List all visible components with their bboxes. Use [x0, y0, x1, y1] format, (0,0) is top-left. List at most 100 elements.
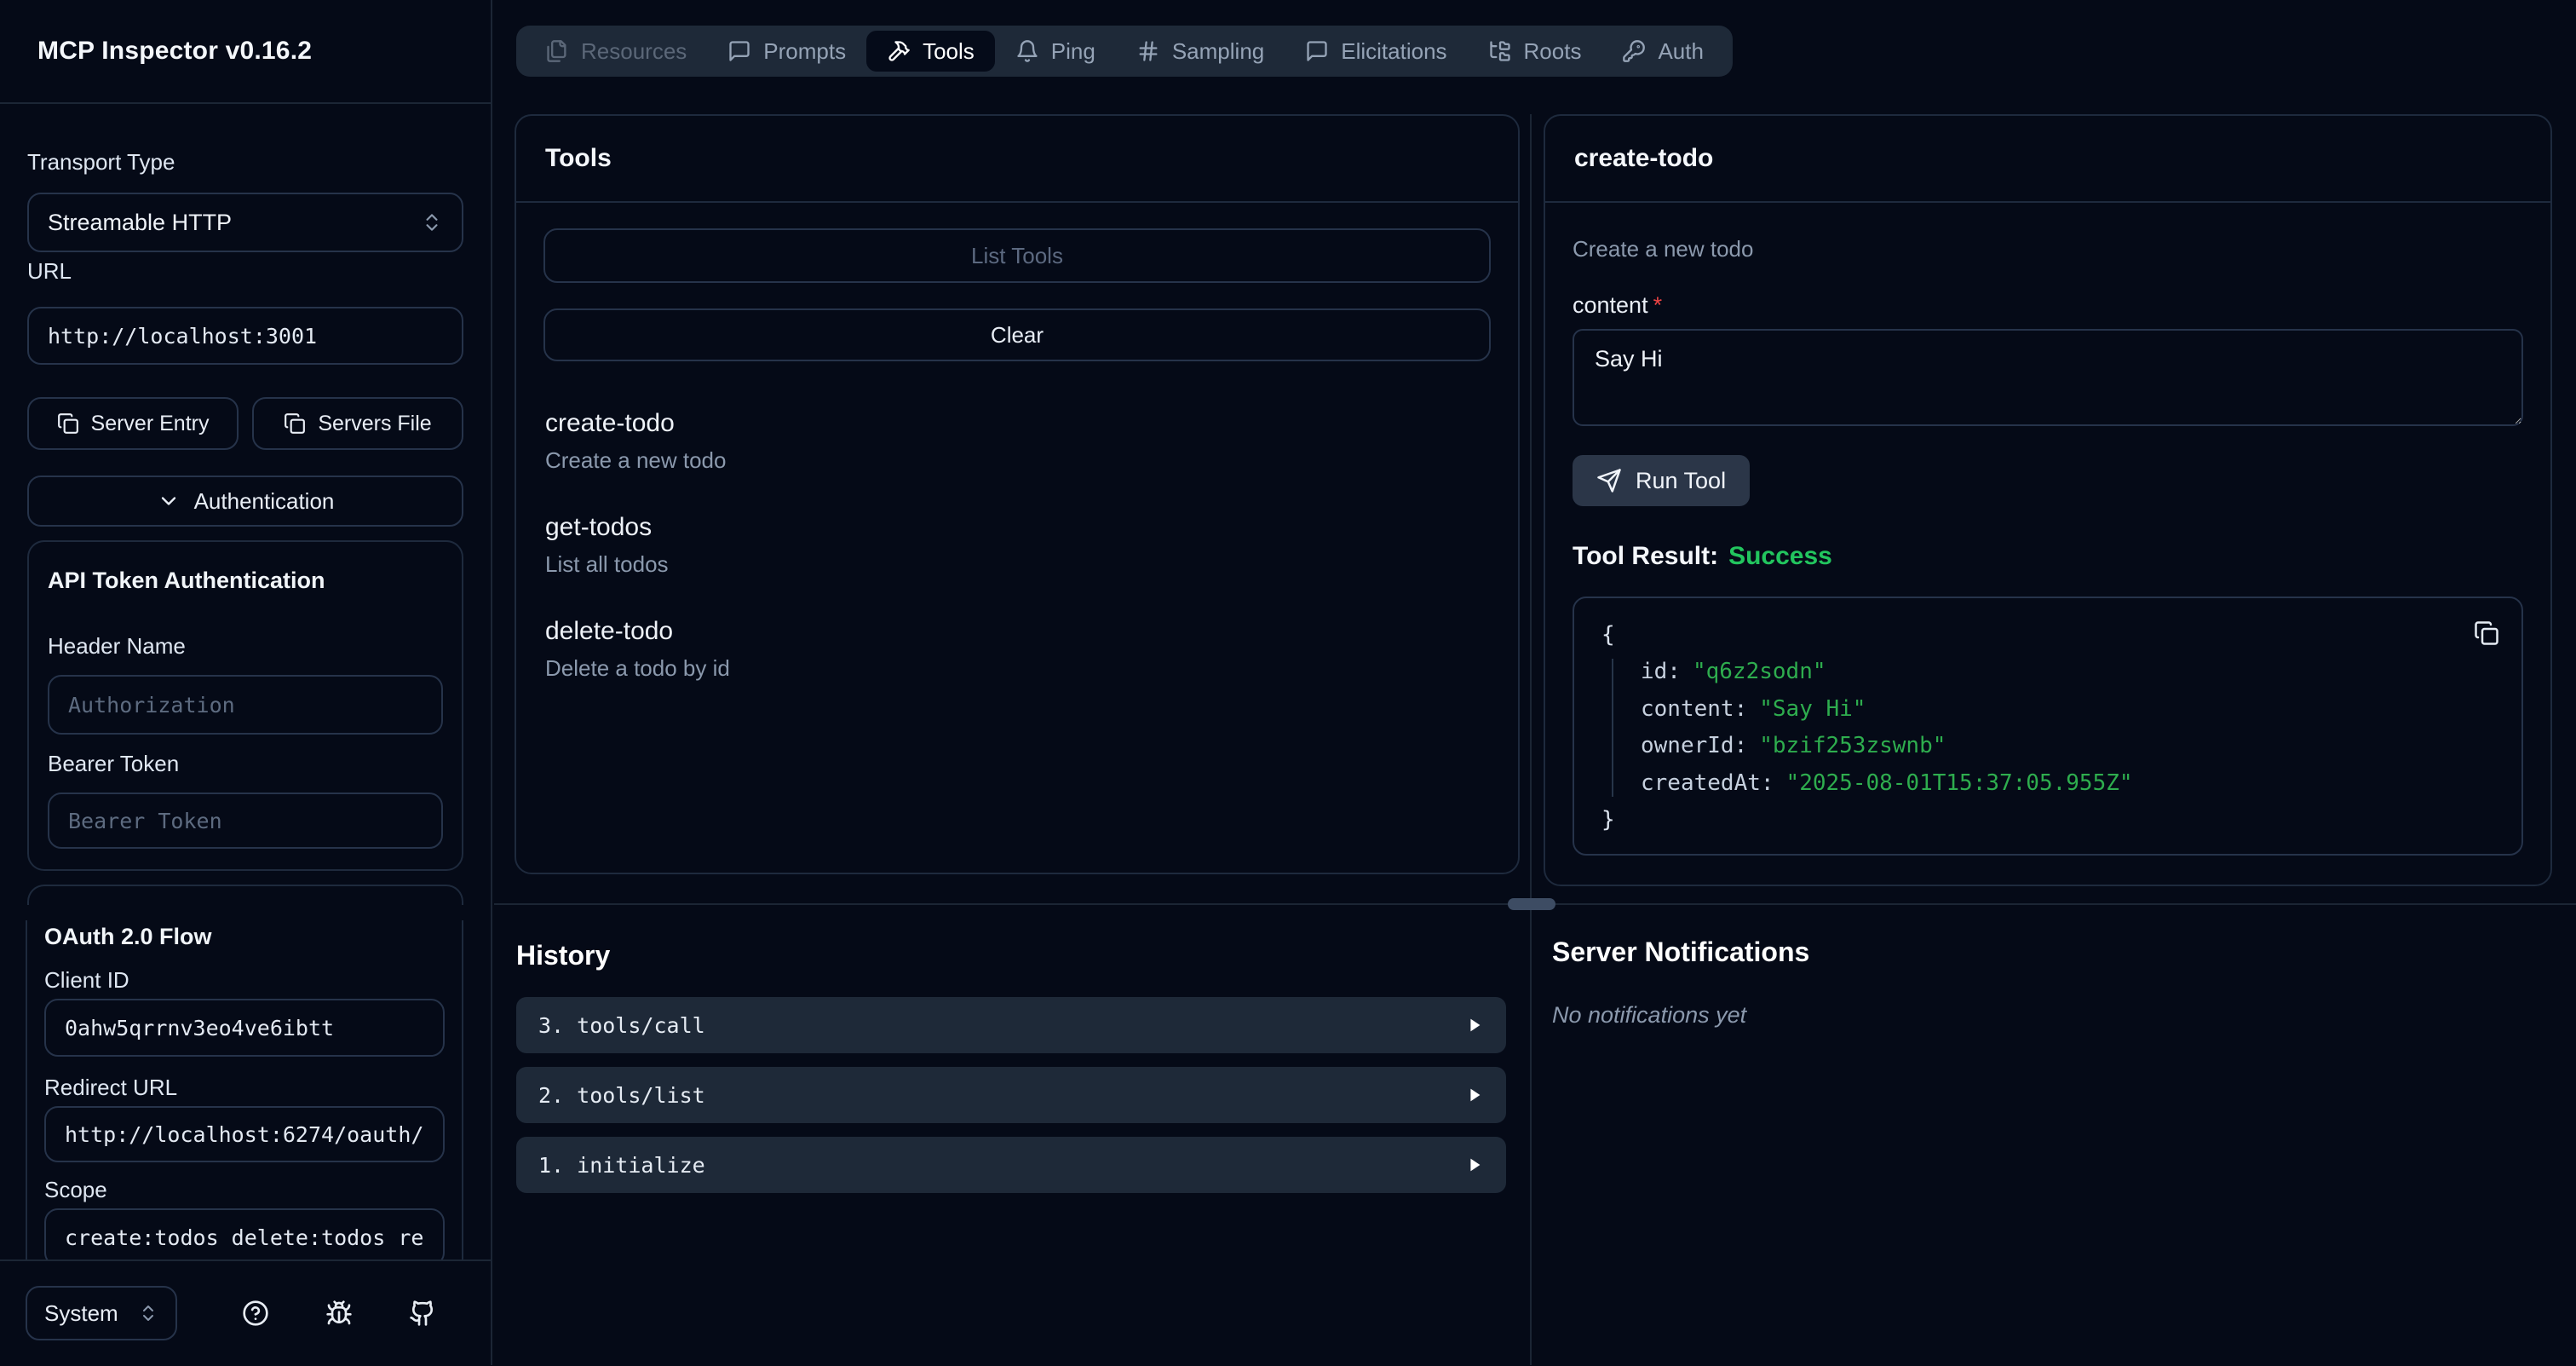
copy-result-button[interactable]: [2474, 620, 2499, 646]
tools-panel-title: Tools: [516, 116, 1518, 203]
copy-icon: [2474, 620, 2499, 646]
server-notifications-panel: Server Notifications No notifications ye…: [1552, 936, 1809, 1029]
clear-tools-button[interactable]: Clear: [543, 308, 1491, 361]
history-row-tools-list[interactable]: 2. tools/list: [516, 1067, 1506, 1123]
theme-select[interactable]: System: [26, 1286, 177, 1340]
tab-label: Elicitations: [1341, 38, 1446, 65]
client-id-input[interactable]: [44, 999, 445, 1057]
sidebar-connection-settings: Transport Type Streamable HTTP URL Serve…: [0, 104, 491, 905]
tool-list-item-delete-todo[interactable]: delete-todo Delete a todo by id: [545, 615, 1489, 682]
tool-name: get-todos: [545, 511, 1489, 544]
transport-type-label: Transport Type: [27, 148, 463, 176]
tab-bar: Resources Prompts Tools Ping Sampling El…: [516, 26, 1733, 77]
tab-label: Tools: [923, 38, 975, 65]
header-name-input[interactable]: [48, 675, 443, 735]
json-key: id:: [1641, 659, 1681, 684]
content-field-textarea[interactable]: Say Hi: [1573, 329, 2523, 426]
api-token-auth-title: API Token Authentication: [48, 566, 443, 595]
run-tool-button[interactable]: Run Tool: [1573, 455, 1750, 506]
github-icon: [409, 1300, 436, 1327]
json-value: "bzif253zswnb": [1759, 733, 1946, 758]
json-entry-content: content: "Say Hi": [1641, 691, 2494, 728]
history-title: History: [516, 939, 1506, 971]
tab-ping[interactable]: Ping: [995, 31, 1116, 72]
json-value: "2025-08-01T15:37:05.955Z": [1786, 770, 2133, 796]
required-asterisk: *: [1653, 292, 1663, 318]
key-icon: [1622, 39, 1646, 63]
client-id-label: Client ID: [44, 966, 445, 994]
json-key: ownerId:: [1641, 733, 1747, 758]
tool-detail-title: create-todo: [1545, 116, 2550, 203]
redirect-url-input[interactable]: [44, 1106, 445, 1162]
tab-prompts[interactable]: Prompts: [707, 31, 866, 72]
transport-type-value: Streamable HTTP: [48, 210, 232, 236]
tool-list: create-todo Create a new todo get-todos …: [543, 407, 1491, 682]
tab-label: Sampling: [1172, 38, 1264, 65]
history-rows: 3. tools/call 2. tools/list 1. initializ…: [516, 997, 1506, 1193]
tab-tools[interactable]: Tools: [866, 31, 995, 72]
server-entry-button[interactable]: Server Entry: [27, 397, 239, 450]
json-key: createdAt:: [1641, 770, 1774, 796]
files-icon: [545, 39, 569, 63]
mcp-inspector-app: MCP Inspector v0.16.2 Transport Type Str…: [0, 0, 2576, 1365]
message-square-icon: [727, 39, 751, 63]
tool-description: Create a new todo: [545, 447, 1489, 474]
vertical-panel-divider: [1530, 114, 1532, 1365]
tool-list-item-get-todos[interactable]: get-todos List all todos: [545, 511, 1489, 578]
servers-file-label: Servers File: [318, 412, 431, 436]
json-entry-createdAt: createdAt: "2025-08-01T15:37:05.955Z": [1641, 765, 2494, 802]
tab-elicitations[interactable]: Elicitations: [1285, 31, 1467, 72]
chevrons-up-down-icon: [138, 1303, 158, 1323]
api-token-auth-card: API Token Authentication Header Name Bea…: [27, 540, 463, 871]
help-button[interactable]: [242, 1300, 269, 1327]
history-row-initialize[interactable]: 1. initialize: [516, 1137, 1506, 1193]
tool-name: delete-todo: [545, 615, 1489, 648]
url-label: URL: [27, 257, 463, 285]
json-value: "q6z2sodn": [1693, 659, 1826, 684]
tab-auth[interactable]: Auth: [1601, 31, 1724, 72]
json-key: content:: [1641, 696, 1747, 722]
oauth-flow-panel: OAuth 2.0 Flow Client ID Redirect URL Sc…: [26, 920, 463, 1259]
authentication-toggle[interactable]: Authentication: [27, 476, 463, 527]
servers-file-button[interactable]: Servers File: [252, 397, 463, 450]
server-notifications-title: Server Notifications: [1552, 936, 1809, 968]
tab-sampling[interactable]: Sampling: [1116, 31, 1285, 72]
tab-resources[interactable]: Resources: [525, 31, 707, 72]
help-circle-icon: [242, 1300, 269, 1327]
url-input[interactable]: [27, 307, 463, 365]
list-tools-button[interactable]: List Tools: [543, 228, 1491, 283]
tab-label: Prompts: [763, 38, 846, 65]
expand-caret-icon: [1465, 1086, 1484, 1104]
redirect-url-label: Redirect URL: [44, 1074, 445, 1101]
tab-roots[interactable]: Roots: [1468, 31, 1602, 72]
theme-select-value: System: [44, 1300, 118, 1327]
json-indent-guide: [1612, 659, 1613, 797]
hash-icon: [1136, 39, 1160, 63]
bug-report-button[interactable]: [325, 1300, 353, 1327]
json-entries: id: "q6z2sodn" content: "Say Hi" ownerId: "…: [1601, 654, 2494, 802]
scope-input[interactable]: [44, 1208, 445, 1259]
json-open-brace: {: [1601, 617, 2494, 654]
bearer-token-input[interactable]: [48, 793, 443, 849]
tab-label: Roots: [1524, 38, 1582, 65]
main-area: Resources Prompts Tools Ping Sampling El…: [494, 0, 2576, 1365]
scope-label: Scope: [44, 1176, 445, 1203]
tools-panel: Tools List Tools Clear create-todo Creat…: [515, 114, 1520, 874]
tool-list-item-create-todo[interactable]: create-todo Create a new todo: [545, 407, 1489, 474]
tool-detail-body: Create a new todo content* Say Hi Run To…: [1545, 203, 2550, 856]
tool-result-line: Tool Result:Success: [1573, 542, 2523, 571]
panel-resize-handle[interactable]: [1508, 898, 1555, 910]
notifications-empty-message: No notifications yet: [1552, 1002, 1809, 1029]
tool-result-json-box: { id: "q6z2sodn" content: "Say Hi" ownerId…: [1573, 597, 2523, 856]
transport-type-select[interactable]: Streamable HTTP: [27, 193, 463, 252]
copy-icon: [284, 412, 306, 435]
sidebar-header: MCP Inspector v0.16.2: [0, 0, 491, 104]
history-row-tools-call[interactable]: 3. tools/call: [516, 997, 1506, 1053]
expand-caret-icon: [1465, 1156, 1484, 1174]
tool-description: Delete a todo by id: [545, 654, 1489, 682]
history-row-label: 1. initialize: [538, 1153, 705, 1178]
server-buttons-row: Server Entry Servers File: [27, 397, 463, 450]
json-value: "Say Hi": [1759, 696, 1866, 722]
tool-detail-description: Create a new todo: [1573, 235, 2523, 262]
github-button[interactable]: [409, 1300, 436, 1327]
